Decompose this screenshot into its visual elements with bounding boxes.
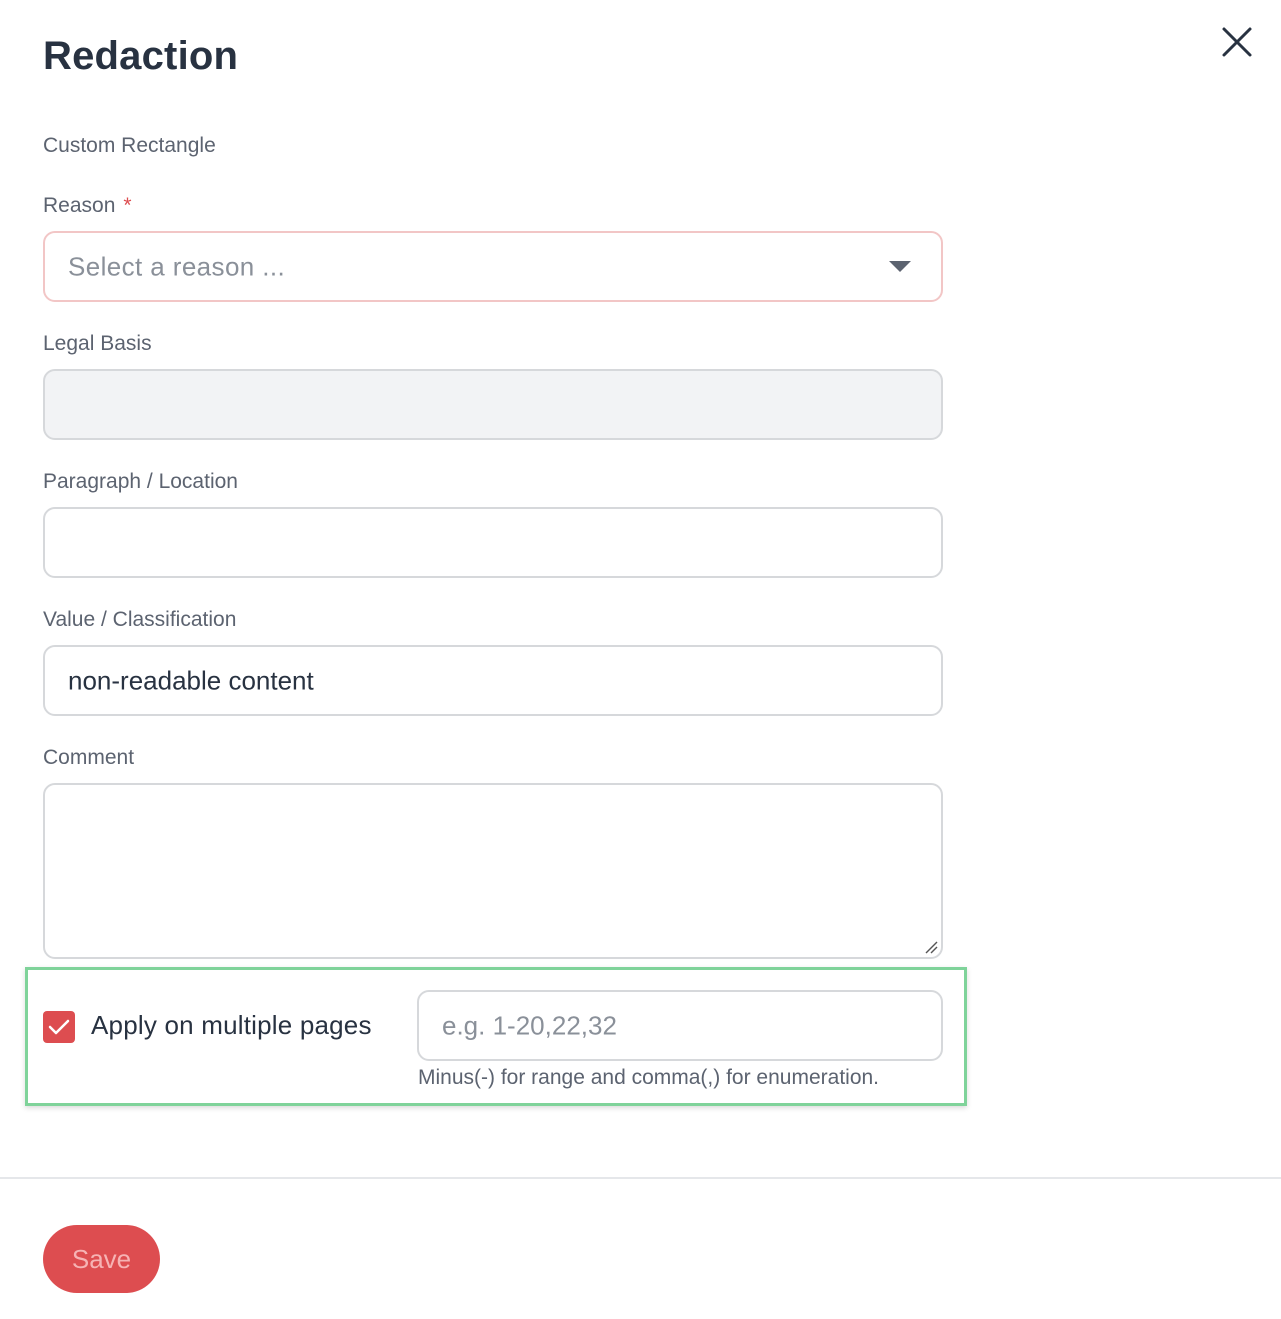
close-button[interactable] xyxy=(1216,22,1258,64)
comment-textarea[interactable] xyxy=(43,783,943,959)
value-classification-label: Value / Classification xyxy=(43,608,237,631)
pages-input-placeholder: e.g. 1-20,22,32 xyxy=(442,1010,617,1040)
resize-handle-icon[interactable] xyxy=(923,939,939,955)
reason-label-text: Reason xyxy=(43,194,116,217)
apply-multiple-pages-checkbox[interactable] xyxy=(43,1011,75,1043)
reason-label: Reason * xyxy=(43,194,132,218)
paragraph-location-label: Paragraph / Location xyxy=(43,470,238,493)
required-mark: * xyxy=(123,194,132,217)
close-icon xyxy=(1222,27,1252,57)
checkmark-icon xyxy=(48,1019,70,1035)
pages-input[interactable]: e.g. 1-20,22,32 xyxy=(417,990,943,1061)
reason-select[interactable]: Select a reason ... xyxy=(43,231,943,302)
pages-hint: Minus(-) for range and comma(,) for enum… xyxy=(418,1066,880,1089)
paragraph-location-input[interactable] xyxy=(43,507,943,578)
redaction-dialog: Redaction Custom Rectangle Reason * Selec… xyxy=(0,0,1281,1319)
value-classification-value: non-readable content xyxy=(68,665,314,695)
comment-label: Comment xyxy=(43,746,135,769)
save-button[interactable]: Save xyxy=(43,1225,160,1293)
reason-placeholder: Select a reason ... xyxy=(68,251,286,281)
apply-multiple-pages-label[interactable]: Apply on multiple pages xyxy=(91,1010,372,1041)
redaction-type-label: Custom Rectangle xyxy=(43,134,216,157)
dialog-title: Redaction xyxy=(43,34,239,78)
legal-basis-field xyxy=(43,369,943,440)
footer-divider xyxy=(0,1177,1281,1179)
legal-basis-label: Legal Basis xyxy=(43,332,152,355)
value-classification-input[interactable]: non-readable content xyxy=(43,645,943,716)
chevron-down-icon xyxy=(889,261,911,272)
